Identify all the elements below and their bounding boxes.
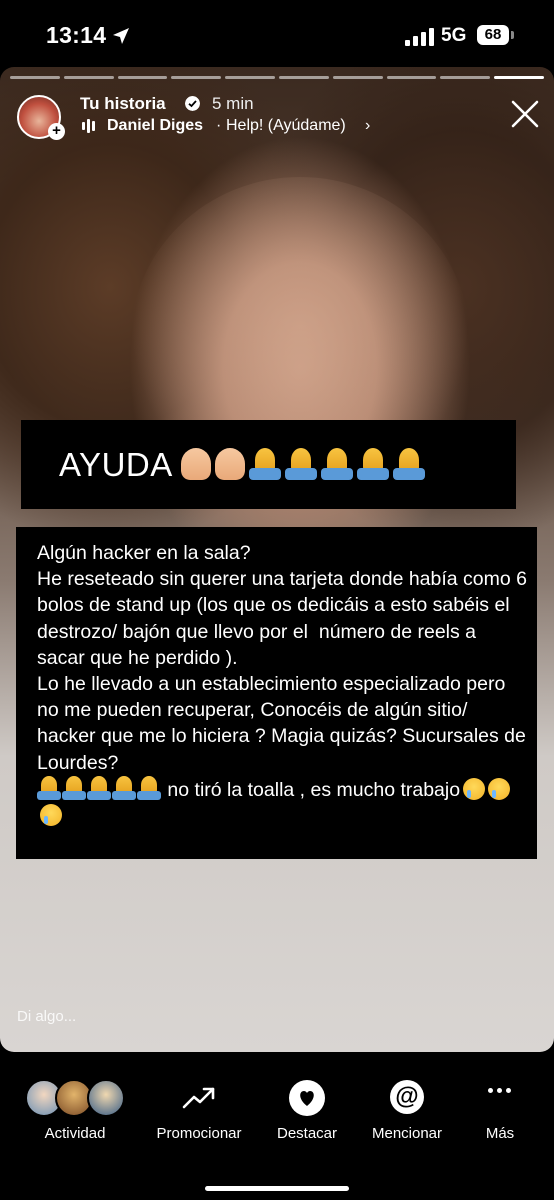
emoji-row: [181, 448, 425, 482]
praying-hands-icon: [321, 448, 353, 482]
crying-face-icon: [463, 777, 486, 800]
heart-circle-icon[interactable]: [289, 1080, 325, 1116]
sticker-tail-text: no tiró la toalla , es mucho trabajo: [162, 778, 461, 801]
sticker-body-text: Algún hacker en la sala? He reseteado si…: [37, 542, 527, 774]
more-dots-icon[interactable]: [488, 1088, 511, 1093]
music-artist[interactable]: Daniel Diges: [107, 117, 203, 135]
crying-face-icon: [488, 777, 511, 800]
story-progress-bar: [10, 76, 544, 79]
activity-label[interactable]: Actividad: [45, 1125, 106, 1142]
praying-hands-icon: [112, 775, 136, 800]
text-sticker: Algún hacker en la sala? He reseteado si…: [16, 527, 537, 859]
more-label[interactable]: Más: [486, 1125, 514, 1142]
praying-hands-icon: [285, 448, 317, 482]
praying-hands-icon: [137, 775, 161, 800]
verified-badge-icon: [185, 96, 200, 111]
battery-icon: 68: [477, 25, 509, 45]
highlight-label[interactable]: Destacar: [277, 1125, 337, 1142]
music-song[interactable]: Help! (Ayúdame): [226, 117, 346, 135]
heart-hands-icon: [181, 448, 211, 480]
reply-input[interactable]: Di algo...: [17, 1008, 76, 1025]
heart-hands-icon: [215, 448, 245, 480]
sticker-heading: AYUDA: [59, 446, 173, 483]
heading-sticker: AYUDA: [21, 420, 516, 509]
promote-label[interactable]: Promocionar: [156, 1125, 241, 1142]
sticker-body: Algún hacker en la sala? He reseteado si…: [37, 540, 527, 829]
cellular-signal-icon: [405, 28, 434, 46]
crying-face-icon: [40, 804, 62, 827]
viewers-avatars-icon[interactable]: [25, 1079, 125, 1117]
praying-hands-icon: [357, 448, 389, 482]
battery-tip: [511, 31, 514, 39]
story-timestamp: 5 min: [212, 94, 254, 113]
story-title[interactable]: Tu historia: [80, 94, 166, 114]
music-separator: ·: [216, 117, 222, 134]
location-arrow-icon: [113, 28, 129, 44]
praying-hands-icon: [87, 775, 111, 800]
praying-hands-icon: [37, 775, 61, 800]
praying-hands-icon: [249, 448, 281, 482]
trend-up-icon[interactable]: [182, 1085, 216, 1111]
clock: 13:14: [46, 22, 107, 48]
status-bar: 13:14 5G 68: [0, 0, 554, 70]
close-icon[interactable]: [510, 99, 540, 129]
chevron-right-icon[interactable]: ›: [365, 117, 370, 135]
add-story-icon[interactable]: +: [48, 123, 65, 140]
network-type: 5G: [441, 25, 467, 46]
story-viewer[interactable]: + Tu historia 5 min Daniel Diges · Help!…: [0, 67, 554, 1052]
home-indicator[interactable]: [205, 1186, 349, 1191]
at-sign-icon[interactable]: @: [390, 1080, 424, 1114]
praying-hands-icon: [62, 775, 86, 800]
mention-label[interactable]: Mencionar: [372, 1125, 442, 1142]
music-bars-icon: [82, 119, 95, 133]
praying-hands-icon: [393, 448, 425, 482]
story-action-bar: Actividad Promocionar Destacar @ Mencion…: [0, 1052, 554, 1200]
